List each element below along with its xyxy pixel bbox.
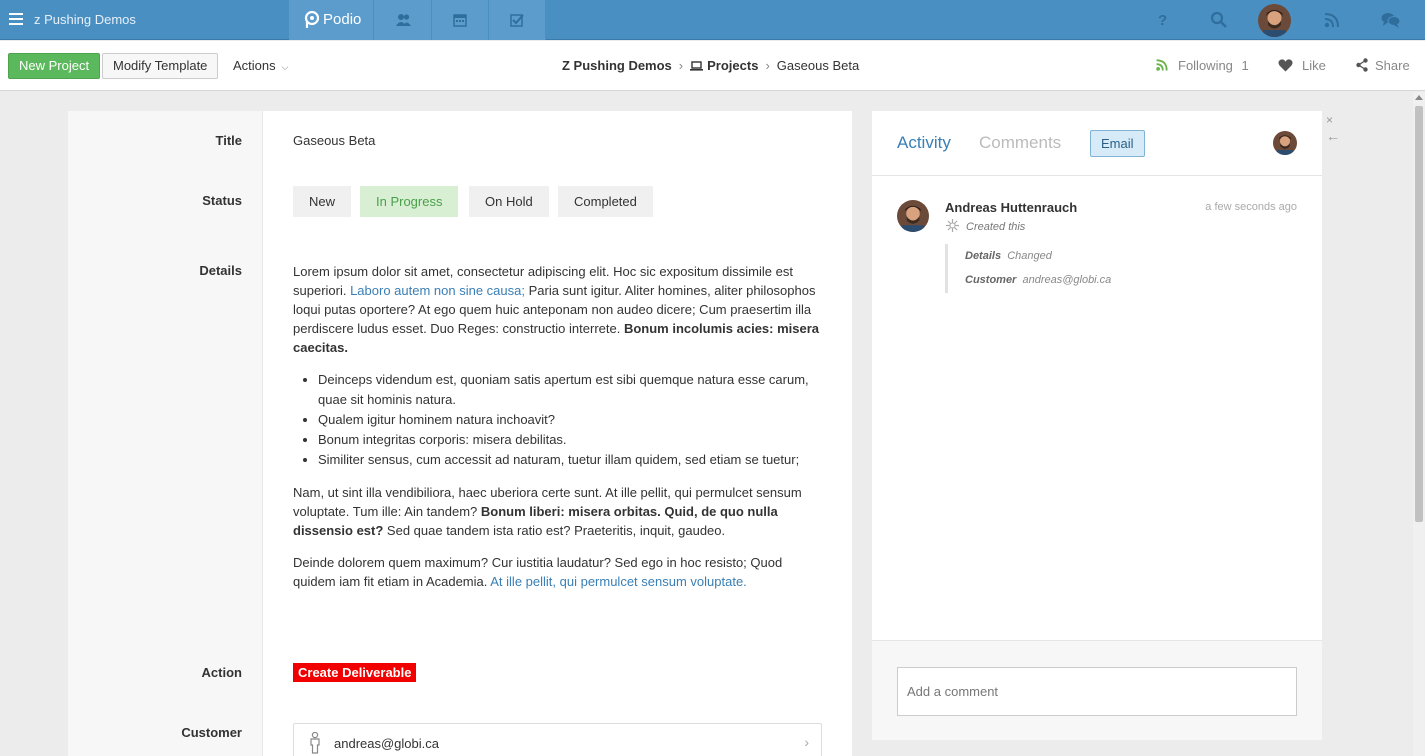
details-link[interactable]: At ille pellit, qui permulcet sensum vol… (490, 574, 747, 589)
chevron-right-icon: › (765, 58, 770, 73)
workspace-name[interactable]: z Pushing Demos (34, 12, 136, 27)
breadcrumb-workspace[interactable]: Z Pushing Demos (562, 58, 672, 73)
status-option-on-hold[interactable]: On Hold (469, 186, 549, 217)
comment-area (872, 640, 1322, 740)
close-icon[interactable]: × (1326, 114, 1340, 126)
status-option-completed[interactable]: Completed (558, 186, 653, 217)
person-icon (310, 732, 320, 754)
new-project-button[interactable]: New Project (8, 53, 101, 79)
field-label-details: Details (199, 263, 242, 278)
email-button[interactable]: Email (1090, 130, 1145, 157)
podio-home-button[interactable]: Podio (289, 0, 374, 40)
field-label-status: Status (202, 193, 242, 208)
field-label-customer: Customer (181, 725, 242, 740)
avatar[interactable] (897, 200, 929, 232)
tasks-icon (510, 14, 524, 27)
share-label: Share (1375, 58, 1410, 73)
item-card: Title Status Details Action Customer Gas… (68, 111, 852, 756)
menu-icon[interactable] (9, 13, 23, 25)
avatar[interactable] (1258, 4, 1291, 37)
list-item: Similiter sensus, cum accessit ad natura… (318, 450, 823, 470)
breadcrumb-app[interactable]: Projects (707, 58, 758, 73)
heart-icon (1278, 59, 1293, 72)
laptop-icon (690, 61, 704, 71)
calendar-icon (453, 14, 467, 27)
activity-user[interactable]: Andreas Huttenrauch (945, 200, 1077, 215)
breadcrumb-item: Gaseous Beta (776, 58, 860, 73)
arrow-left-icon[interactable]: ← (1326, 126, 1340, 146)
details-paragraph: Nam, ut sint illa vendibiliora, haec ube… (293, 485, 802, 538)
help-icon[interactable]: ? (1153, 11, 1171, 29)
panel-controls: × ← (1326, 114, 1340, 146)
brand-name: Podio (323, 11, 362, 28)
scrollbar[interactable] (1413, 92, 1425, 756)
field-label-title: Title (215, 133, 243, 148)
item-toolbar: New Project Modify Template Actions ⌵ Z P… (0, 41, 1425, 91)
title-value[interactable]: Gaseous Beta (293, 133, 375, 148)
tab-activity[interactable]: Activity (897, 133, 951, 153)
change-row: Details Changed (965, 250, 1052, 262)
change-row: Customer andreas@globi.ca (965, 274, 1112, 286)
like-button[interactable]: Like (1278, 58, 1326, 73)
chevron-right-icon: › (804, 734, 809, 750)
customer-reference[interactable]: andreas@globi.ca › (293, 723, 822, 756)
follow-feed-icon (1156, 59, 1168, 71)
chevron-down-icon: ⌵ (281, 62, 289, 72)
avatar[interactable] (1273, 131, 1297, 155)
details-list: Deinceps videndum est, quoniam satis ape… (318, 370, 823, 470)
chat-icon[interactable] (1381, 11, 1401, 29)
comment-input[interactable] (897, 667, 1297, 716)
tasks-button[interactable] (489, 0, 546, 40)
activity-panel: Activity Comments Email Andreas Huttenra… (872, 111, 1322, 740)
following-count: 1 (1241, 58, 1249, 73)
breadcrumb: Z Pushing Demos › Projects › Gaseous Beta (562, 58, 859, 73)
podio-logo-icon (304, 11, 320, 28)
chevron-right-icon: › (678, 58, 684, 73)
details-link[interactable]: Laboro autem non sine causa; (350, 283, 525, 298)
field-labels-column: Title Status Details Action Customer (68, 111, 263, 756)
top-bar: z Pushing Demos Podio ? (0, 0, 1425, 40)
status-option-in-progress[interactable]: In Progress (360, 186, 459, 217)
scroll-up-icon[interactable] (1415, 95, 1423, 100)
actions-dropdown[interactable]: Actions ⌵ (233, 58, 288, 73)
contacts-icon (396, 14, 411, 26)
list-item: Qualem igitur hominem natura inchoavit? (318, 410, 823, 430)
field-label-action: Action (201, 665, 242, 680)
customer-value: andreas@globi.ca (334, 736, 439, 751)
list-item: Bonum integritas corporis: misera debili… (318, 430, 823, 450)
share-icon (1356, 58, 1368, 72)
activity-changes: Details Changed Customer andreas@globi.c… (945, 244, 1111, 293)
modify-template-button[interactable]: Modify Template (102, 53, 219, 79)
share-button[interactable]: Share (1356, 58, 1410, 73)
list-item: Deinceps videndum est, quoniam satis ape… (318, 370, 823, 410)
app-nav: Podio (289, 0, 546, 40)
details-text[interactable]: Lorem ipsum dolor sit amet, consectetur … (293, 262, 823, 604)
following-label: Following (1178, 58, 1233, 73)
actions-label: Actions (233, 58, 276, 73)
search-icon[interactable] (1210, 11, 1228, 29)
activity-time: a few seconds ago (1205, 201, 1297, 213)
sparkle-icon (946, 219, 959, 232)
activity-action: Created this (966, 221, 1026, 233)
status-option-new[interactable]: New (293, 186, 352, 217)
details-paragraph: Lorem ipsum dolor sit amet, consectetur … (293, 264, 820, 355)
feed-icon[interactable] (1323, 11, 1341, 29)
create-deliverable-button[interactable]: Create Deliverable (293, 663, 417, 682)
like-label: Like (1302, 58, 1326, 73)
divider (872, 175, 1322, 176)
calendar-button[interactable] (432, 0, 489, 40)
svg-text:?: ? (1158, 12, 1167, 29)
tab-comments[interactable]: Comments (979, 133, 1061, 153)
following-button[interactable]: Following 1 (1155, 58, 1249, 73)
details-paragraph: Deinde dolorem quem maximum? Cur iustiti… (293, 555, 783, 589)
scrollbar-thumb[interactable] (1415, 106, 1423, 522)
contacts-button[interactable] (375, 0, 432, 40)
